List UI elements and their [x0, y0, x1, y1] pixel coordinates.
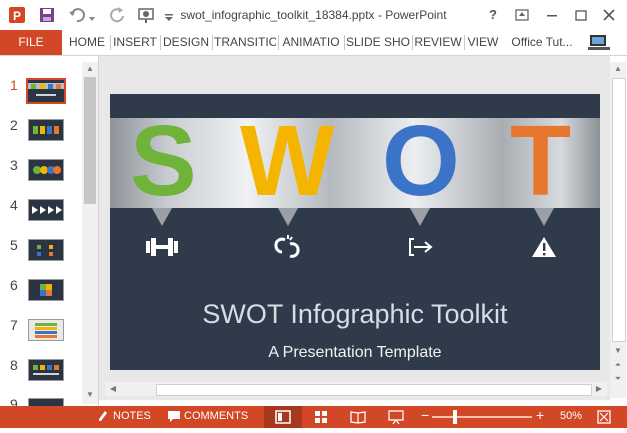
comments-button[interactable]: COMMENTS: [184, 410, 248, 422]
zoom-out-button[interactable]: −: [421, 407, 429, 423]
tab-divider: [212, 35, 213, 50]
tab-file[interactable]: FILE: [0, 30, 62, 55]
slide-thumbnail-3[interactable]: [28, 159, 64, 181]
threat-pointer: [534, 208, 554, 226]
thumbnail-scroll-thumb[interactable]: [84, 77, 96, 204]
tab-animations[interactable]: ANIMATIO: [280, 30, 342, 55]
tab-review[interactable]: REVIEW: [414, 30, 462, 55]
editor-scroll-up-icon[interactable]: ▲: [610, 62, 626, 76]
zoom-level[interactable]: 50%: [560, 410, 582, 422]
swot-letter-o: O: [382, 105, 460, 217]
swot-letter-w: W: [240, 105, 335, 217]
normal-view-button[interactable]: [264, 406, 302, 428]
help-button[interactable]: ?: [489, 7, 497, 22]
tab-view[interactable]: VIEW: [466, 30, 500, 55]
slide-thumbnail-1[interactable]: [26, 78, 66, 104]
slide-title[interactable]: SWOT Infographic Toolkit: [110, 299, 600, 330]
slide-subtitle[interactable]: A Presentation Template: [110, 344, 600, 362]
tab-home[interactable]: HOME: [66, 30, 108, 55]
thumbnail-number: 4: [10, 197, 18, 213]
slide-thumbnail-7[interactable]: [28, 319, 64, 341]
notes-icon[interactable]: [97, 409, 109, 423]
restore-icon[interactable]: [572, 6, 590, 24]
slide-show-icon[interactable]: [388, 409, 404, 425]
zoom-in-button[interactable]: +: [536, 407, 544, 423]
minimize-icon[interactable]: [543, 6, 561, 24]
window-title: swot_infographic_toolkit_18384.pptx - Po…: [180, 8, 447, 22]
swot-letter-s: S: [130, 105, 197, 217]
tab-transitions[interactable]: TRANSITIO: [214, 30, 276, 55]
next-slide-icon[interactable]: ⏷: [610, 372, 626, 386]
account-computer-icon[interactable]: [588, 33, 610, 53]
dumbbell-icon: [142, 234, 182, 260]
fit-slide-icon[interactable]: [596, 409, 612, 425]
thumbnail-number: 8: [10, 357, 18, 373]
slide-thumbnail-2[interactable]: [28, 119, 64, 141]
thumbnail-number: 1: [10, 77, 18, 93]
zoom-slider[interactable]: [432, 416, 532, 418]
thumbnail-number: 7: [10, 317, 18, 333]
slide-thumbnail-4[interactable]: [28, 199, 64, 221]
previous-slide-icon[interactable]: ⏶: [610, 358, 626, 372]
tab-insert[interactable]: INSERT: [112, 30, 158, 55]
thumbnail-number: 5: [10, 237, 18, 253]
editor-scroll-down-icon[interactable]: ▼: [610, 344, 626, 358]
thumbnail-scroll-down-icon[interactable]: ▼: [82, 388, 98, 402]
thumbnail-scroll-up-icon[interactable]: ▲: [82, 62, 98, 76]
notes-button[interactable]: NOTES: [113, 410, 151, 422]
reading-view-icon[interactable]: [350, 409, 366, 425]
slide-thumbnail-6[interactable]: [28, 279, 64, 301]
tab-divider: [344, 35, 345, 50]
weakness-pointer: [278, 208, 298, 226]
slide-thumbnail-8[interactable]: [28, 359, 64, 381]
editor-hscroll-thumb[interactable]: [156, 384, 592, 396]
close-icon[interactable]: [600, 6, 618, 24]
tab-divider: [412, 35, 413, 50]
slide-thumbnail-5[interactable]: [28, 239, 64, 261]
tab-divider: [464, 35, 465, 50]
opportunity-pointer: [410, 208, 430, 226]
ribbon-display-options-icon[interactable]: [513, 6, 531, 24]
zoom-slider-thumb[interactable]: [453, 410, 457, 424]
tab-divider: [278, 35, 279, 50]
tab-slide-show[interactable]: SLIDE SHO: [346, 30, 410, 55]
thumbnail-number: 6: [10, 277, 18, 293]
tab-divider: [110, 35, 111, 50]
ribbon-tabs: FILE HOME INSERT DESIGN TRANSITIO ANIMAT…: [0, 30, 627, 56]
tab-design[interactable]: DESIGN: [162, 30, 210, 55]
strength-pointer: [152, 208, 172, 226]
swot-letter-t: T: [510, 105, 572, 217]
editor-scroll-left-icon[interactable]: ◀: [105, 382, 121, 396]
account-name[interactable]: Office Tut...: [508, 30, 576, 55]
comments-icon[interactable]: [167, 409, 181, 423]
tab-divider: [160, 35, 161, 50]
thumbnail-number: 2: [10, 117, 18, 133]
current-slide[interactable]: S W O T SWOT Infographic Toolkit A Prese…: [110, 94, 600, 370]
arrow-exit-icon: [400, 234, 440, 260]
slide-sorter-icon[interactable]: [313, 409, 329, 425]
editor-scroll-thumb[interactable]: [612, 78, 626, 342]
title-bar: P swot_infographic_toolkit_18384.pptx - …: [0, 0, 627, 30]
thumbnail-number: 3: [10, 157, 18, 173]
broken-link-icon: [268, 234, 308, 260]
editor-scroll-right-icon[interactable]: ▶: [591, 382, 607, 396]
warning-icon: [524, 234, 564, 260]
